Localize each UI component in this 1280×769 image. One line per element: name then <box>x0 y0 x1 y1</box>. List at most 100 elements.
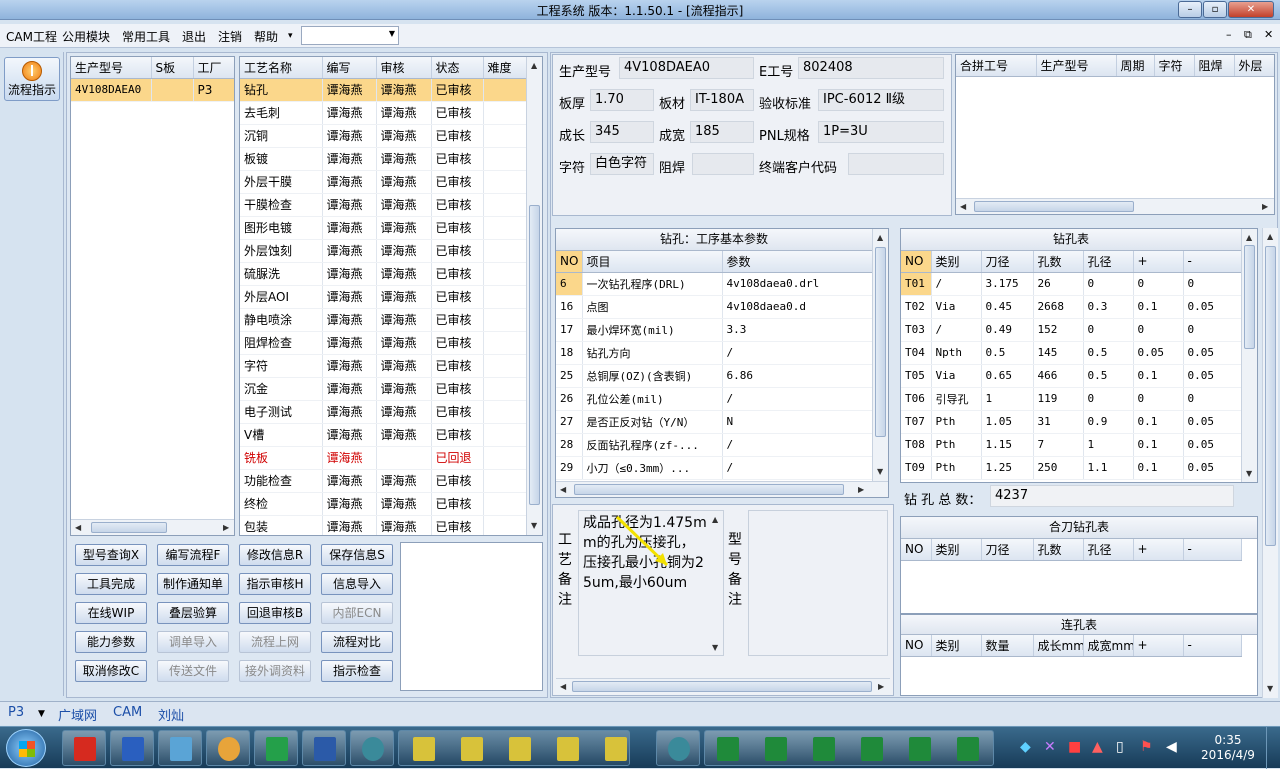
taskbar-app-word[interactable] <box>302 730 346 766</box>
action-button[interactable]: 保存信息S <box>321 544 393 566</box>
scroll-left-icon[interactable]: ◀ <box>560 682 566 691</box>
action-button[interactable]: 指示审核H <box>239 573 311 595</box>
taskbar-group-excel[interactable] <box>704 730 994 766</box>
table-row[interactable]: 终检 谭海燕 谭海燕 已审核 <box>240 492 527 516</box>
merge-col-5[interactable]: 外层 <box>1234 55 1274 77</box>
mdi-restore-icon[interactable]: ⧉ <box>1244 28 1252 42</box>
cd-col-5[interactable]: + <box>1133 539 1184 561</box>
table-row[interactable]: 18 钻孔方向 / <box>556 341 873 365</box>
maximize-button[interactable]: ▫ <box>1203 1 1227 18</box>
dt-col-2[interactable]: 刀径 <box>981 251 1034 273</box>
table-row[interactable]: T08 Pth 1.15 7 1 0.1 0.05 <box>901 433 1242 457</box>
action-button[interactable]: 接外调资料 <box>239 660 311 682</box>
scroll-thumb[interactable] <box>1265 246 1276 546</box>
table-row[interactable]: 25 总铜厚(OZ)(含表铜) 6.86 <box>556 364 873 388</box>
scroll-right-icon[interactable]: ▶ <box>1262 202 1268 211</box>
taskbar-app-save[interactable] <box>110 730 154 766</box>
table-row[interactable]: 干膜检查 谭海燕 谭海燕 已审核 <box>240 193 527 217</box>
dt-col-6[interactable]: - <box>1183 251 1242 273</box>
scroll-down-icon[interactable]: ▼ <box>877 467 883 476</box>
process-col-name[interactable]: 工艺名称 <box>240 57 323 79</box>
flag-tray-icon[interactable]: ⚑ <box>1140 739 1153 755</box>
action-button[interactable]: 工具完成 <box>75 573 147 595</box>
scroll-down-icon[interactable]: ▼ <box>1246 469 1252 478</box>
alert-tray-icon[interactable]: ▲ <box>1092 739 1103 755</box>
volume-icon[interactable]: ◀ <box>1166 739 1177 755</box>
action-button[interactable]: 传送文件 <box>157 660 229 682</box>
mdi-minimize-icon[interactable]: – <box>1226 28 1232 41</box>
process-col-writer[interactable]: 编写 <box>322 57 377 79</box>
show-desktop-button[interactable] <box>1266 727 1280 769</box>
scroll-thumb[interactable] <box>529 205 540 505</box>
table-row[interactable]: 外层干膜 谭海燕 谭海燕 已审核 <box>240 170 527 194</box>
dt-col-1[interactable]: 类别 <box>931 251 982 273</box>
scroll-left-icon[interactable]: ◀ <box>960 202 966 211</box>
table-row[interactable]: 27 是否正反对钻（Y/N） N <box>556 410 873 434</box>
table-row[interactable]: 外层蚀刻 谭海燕 谭海燕 已审核 <box>240 239 527 263</box>
scroll-thumb[interactable] <box>91 522 167 533</box>
chevron-down-icon[interactable]: ▼ <box>389 29 395 38</box>
process-col-difficulty[interactable]: 难度 <box>483 57 527 79</box>
action-button[interactable]: 取消修改C <box>75 660 147 682</box>
table-row[interactable]: T02 Via 0.45 2668 0.3 0.1 0.05 <box>901 295 1242 319</box>
st-col-6[interactable]: - <box>1183 635 1242 657</box>
st-col-1[interactable]: 类别 <box>931 635 982 657</box>
flow-indicator-button[interactable]: 流程指示 <box>4 57 60 101</box>
menu-exit[interactable]: 退出 <box>182 28 206 45</box>
menu-cam[interactable]: CAM工程 <box>6 28 57 45</box>
action-button[interactable]: 流程对比 <box>321 631 393 653</box>
product-hscroll[interactable]: ◀ ▶ <box>71 519 234 535</box>
table-row[interactable]: 板镀 谭海燕 谭海燕 已审核 <box>240 147 527 171</box>
action-button[interactable]: 在线WIP <box>75 602 147 624</box>
table-row[interactable]: 钻孔 谭海燕 谭海燕 已审核 <box>240 78 527 102</box>
table-row[interactable]: T05 Via 0.65 466 0.5 0.1 0.05 <box>901 364 1242 388</box>
menu-logout[interactable]: 注销 <box>218 28 242 45</box>
table-row[interactable]: 6 一次钻孔程序(DRL) 4v108daea0.drl <box>556 272 873 296</box>
table-row[interactable]: 16 点图 4v108daea0.d <box>556 295 873 319</box>
table-row[interactable]: 26 孔位公差(mil) / <box>556 387 873 411</box>
action-button[interactable]: 信息导入 <box>321 573 393 595</box>
menu-common-module[interactable]: 公用模块 <box>62 28 110 45</box>
table-row[interactable]: T09 Pth 1.25 250 1.1 0.1 0.05 <box>901 456 1242 480</box>
process-note-box[interactable]: 成品孔径为1.475mm的孔为压接孔，压接孔最小孔铜为25um,最小60um ▲… <box>578 510 724 656</box>
scroll-up-icon[interactable]: ▲ <box>712 515 718 524</box>
model-note-box[interactable] <box>748 510 888 656</box>
st-col-2[interactable]: 数量 <box>981 635 1034 657</box>
scroll-down-icon[interactable]: ▼ <box>712 643 718 652</box>
scroll-up-icon[interactable]: ▲ <box>877 233 883 242</box>
product-col-factory[interactable]: 工厂 <box>193 57 234 79</box>
dt-col-5[interactable]: + <box>1133 251 1184 273</box>
dt-col-4[interactable]: 孔径 <box>1083 251 1134 273</box>
table-row[interactable]: T01/3.175 26 0 0 0 <box>901 272 1242 296</box>
scroll-up-icon[interactable]: ▲ <box>1267 232 1273 241</box>
status-dropdown-icon[interactable]: ▼ <box>38 709 45 719</box>
cd-col-2[interactable]: 刀径 <box>981 539 1034 561</box>
table-row[interactable]: T04 Npth 0.5 145 0.5 0.05 0.05 <box>901 341 1242 365</box>
taskbar-app-notes[interactable] <box>158 730 202 766</box>
scroll-up-icon[interactable]: ▲ <box>1246 233 1252 242</box>
merge-col-2[interactable]: 周期 <box>1116 55 1155 77</box>
dp-col-item[interactable]: 项目 <box>582 251 723 273</box>
merge-col-3[interactable]: 字符 <box>1154 55 1195 77</box>
network-tray-icon[interactable]: ◆ <box>1020 739 1031 755</box>
action-button[interactable]: 制作通知单 <box>157 573 229 595</box>
table-row[interactable]: 去毛刺 谭海燕 谭海燕 已审核 <box>240 101 527 125</box>
scroll-right-icon[interactable]: ▶ <box>858 485 864 494</box>
table-row[interactable]: 29 小刀（≤0.3mm）... / <box>556 456 873 480</box>
dt-col-3[interactable]: 孔数 <box>1033 251 1084 273</box>
cd-col-6[interactable]: - <box>1183 539 1242 561</box>
dt-col-0[interactable]: NO <box>901 251 932 273</box>
help-dropdown-icon[interactable]: ▾ <box>288 31 293 41</box>
dp-col-param[interactable]: 参数 <box>722 251 873 273</box>
dp-hscroll[interactable]: ◀ ▶ <box>556 481 888 497</box>
table-row[interactable]: 字符 谭海燕 谭海燕 已审核 <box>240 354 527 378</box>
scroll-right-icon[interactable]: ▶ <box>878 682 884 691</box>
scroll-thumb[interactable] <box>974 201 1134 212</box>
merge-col-1[interactable]: 生产型号 <box>1036 55 1117 77</box>
table-row[interactable]: T03/0.49 152 0 0 0 <box>901 318 1242 342</box>
merge-hscroll[interactable]: ◀ ▶ <box>956 198 1274 214</box>
scroll-down-icon[interactable]: ▼ <box>531 521 537 530</box>
cd-col-1[interactable]: 类别 <box>931 539 982 561</box>
action-button[interactable]: 调单导入 <box>157 631 229 653</box>
close-button[interactable]: ✕ <box>1228 1 1274 18</box>
